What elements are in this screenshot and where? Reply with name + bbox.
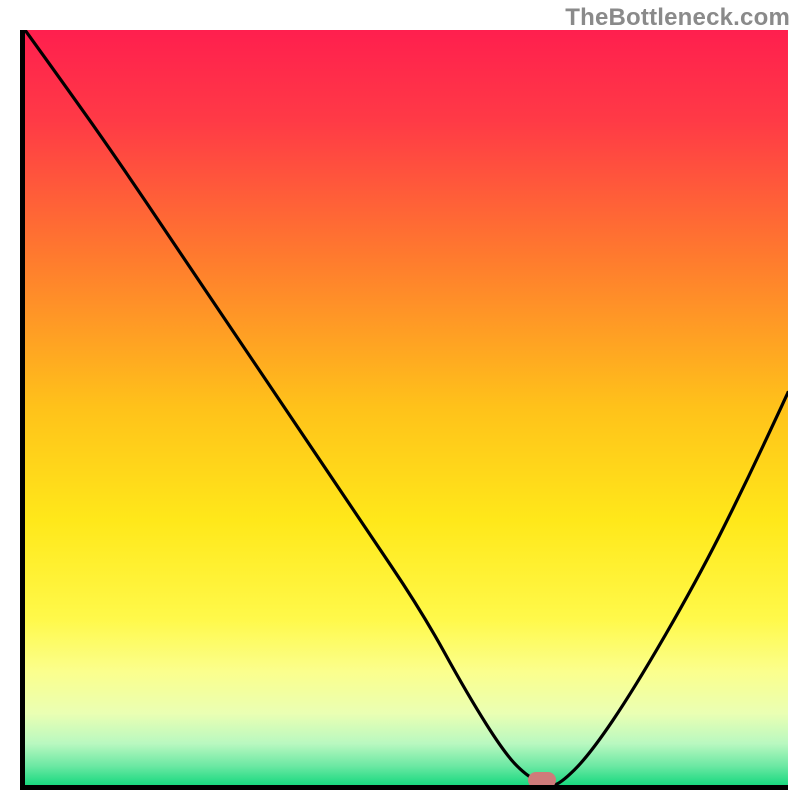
watermark-text: TheBottleneck.com xyxy=(565,4,790,32)
plot-area xyxy=(20,30,788,790)
optimal-point-marker xyxy=(528,772,556,788)
curve-layer xyxy=(25,30,788,785)
chart-container: TheBottleneck.com xyxy=(0,0,800,800)
bottleneck-curve xyxy=(25,30,788,785)
